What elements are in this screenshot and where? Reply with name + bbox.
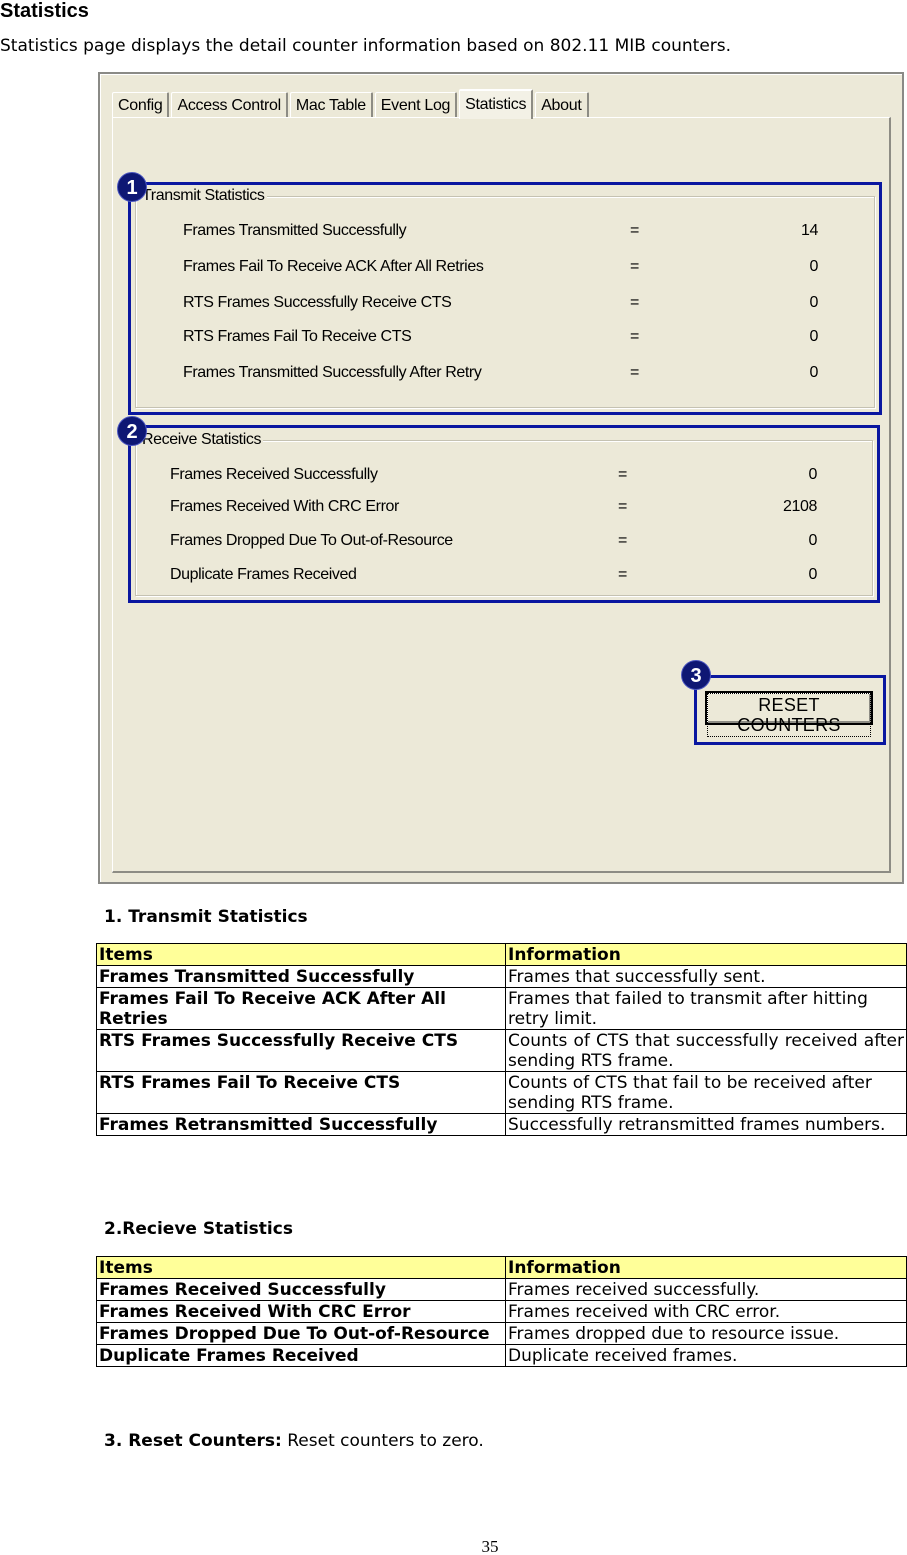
item-cell: Frames Dropped Due To Out-of-Resource	[96, 1322, 506, 1345]
stat-row: Frames Transmitted Successfully After Re…	[136, 363, 874, 383]
table-row: Frames Dropped Due To Out-of-Resource Fr…	[96, 1322, 907, 1345]
info-cell: Frames dropped due to resource issue.	[505, 1322, 907, 1345]
tab-config[interactable]: Config	[112, 92, 170, 118]
info-cell: Counts of CTS that successfully received…	[505, 1029, 907, 1072]
stat-label: Frames Received Successfully	[170, 466, 378, 483]
stat-value: 0	[809, 258, 819, 275]
stat-row: RTS Frames Fail To Receive CTS = 0	[136, 327, 874, 347]
stat-label: Frames Dropped Due To Out-of-Resource	[170, 532, 453, 549]
stat-value: 0	[808, 466, 818, 483]
table-row: Duplicate Frames Received Duplicate rece…	[96, 1344, 907, 1367]
callout-3-badge: 3	[681, 660, 711, 690]
stat-value: 0	[809, 328, 819, 345]
item-cell: Frames Retransmitted Successfully	[96, 1113, 506, 1136]
information-header: Information	[505, 1256, 907, 1279]
table-row: RTS Frames Fail To Receive CTS Counts of…	[96, 1071, 907, 1114]
item-cell: Frames Received With CRC Error	[96, 1300, 506, 1323]
tab-event-log[interactable]: Event Log	[374, 92, 458, 118]
stat-equals: =	[630, 294, 639, 311]
info-cell: Frames received with CRC error.	[505, 1300, 907, 1323]
transmit-section-heading: 1. Transmit Statistics	[104, 907, 308, 927]
info-cell: Successfully retransmitted frames number…	[505, 1113, 907, 1136]
stat-label: Duplicate Frames Received	[170, 566, 357, 583]
stat-equals: =	[630, 364, 639, 381]
information-header: Information	[505, 943, 907, 966]
stat-label: Frames Fail To Receive ACK After All Ret…	[183, 258, 484, 275]
item-cell: Duplicate Frames Received	[96, 1344, 506, 1367]
receive-statistics-group: Receive Statistics Frames Received Succe…	[135, 431, 873, 596]
transmit-statistics-title: Transmit Statistics	[140, 187, 267, 205]
stat-value: 0	[808, 532, 818, 549]
receive-statistics-title: Receive Statistics	[140, 431, 264, 449]
stat-row: Frames Dropped Due To Out-of-Resource = …	[136, 531, 872, 551]
reset-note-text: Reset counters to zero.	[281, 1431, 484, 1451]
callout-1-badge: 1	[117, 172, 147, 202]
stat-label: Frames Received With CRC Error	[170, 498, 399, 515]
stat-label: Frames Transmitted Successfully After Re…	[183, 364, 482, 381]
info-cell: Frames that failed to transmit after hit…	[505, 987, 907, 1030]
tab-statistics[interactable]: Statistics	[459, 89, 534, 119]
stat-value: 0	[809, 294, 819, 311]
table-row: Frames Fail To Receive ACK After All Ret…	[96, 987, 907, 1030]
tab-mac-table[interactable]: Mac Table	[289, 92, 373, 118]
stat-value: 2108	[783, 498, 817, 515]
table-row: Frames Received With CRC Error Frames re…	[96, 1300, 907, 1323]
items-header: Items	[96, 943, 506, 966]
reset-counters-note: 3. Reset Counters: Reset counters to zer…	[104, 1431, 484, 1451]
statistics-panel: Transmit Statistics Frames Transmitted S…	[112, 117, 891, 873]
receive-info-table: Items Information Frames Received Succes…	[96, 1256, 907, 1367]
stat-equals: =	[618, 466, 627, 483]
stat-row: Frames Received With CRC Error = 2108	[136, 497, 872, 517]
table-header-row: Items Information	[96, 943, 907, 966]
stat-value: 0	[809, 364, 819, 381]
stat-row: Frames Received Successfully = 0	[136, 465, 872, 485]
receive-section-heading: 2.Recieve Statistics	[104, 1219, 293, 1239]
stat-equals: =	[618, 532, 627, 549]
reset-counters-button[interactable]: RESET COUNTERS	[705, 691, 873, 737]
stat-label: RTS Frames Successfully Receive CTS	[183, 294, 452, 311]
item-cell: Frames Transmitted Successfully	[96, 965, 506, 988]
info-cell: Frames received successfully.	[505, 1278, 907, 1301]
intro-text: Statistics page displays the detail coun…	[0, 36, 732, 56]
stat-value: 14	[801, 222, 818, 239]
tab-bar: Config Access Control Mac Table Event Lo…	[112, 88, 591, 119]
stat-label: RTS Frames Fail To Receive CTS	[183, 328, 412, 345]
table-row: RTS Frames Successfully Receive CTS Coun…	[96, 1029, 907, 1072]
statistics-dialog: Config Access Control Mac Table Event Lo…	[98, 72, 904, 884]
item-cell: Frames Received Successfully	[96, 1278, 506, 1301]
items-header: Items	[96, 1256, 506, 1279]
tab-access-control[interactable]: Access Control	[171, 92, 288, 118]
table-row: Frames Received Successfully Frames rece…	[96, 1278, 907, 1301]
item-cell: Frames Fail To Receive ACK After All Ret…	[96, 987, 506, 1030]
stat-equals: =	[618, 566, 627, 583]
stat-row: Frames Fail To Receive ACK After All Ret…	[136, 257, 874, 277]
stat-equals: =	[630, 258, 639, 275]
page-number: 35	[481, 1537, 499, 1555]
transmit-statistics-group: Transmit Statistics Frames Transmitted S…	[135, 187, 875, 408]
stat-value: 0	[808, 566, 818, 583]
stat-equals: =	[630, 222, 639, 239]
reset-note-label: 3. Reset Counters:	[104, 1431, 282, 1451]
table-row: Frames Retransmitted Successfully Succes…	[96, 1113, 907, 1136]
stat-equals: =	[630, 328, 639, 345]
stat-row: Duplicate Frames Received = 0	[136, 565, 872, 585]
stat-equals: =	[618, 498, 627, 515]
item-cell: RTS Frames Fail To Receive CTS	[96, 1071, 506, 1114]
stat-row: RTS Frames Successfully Receive CTS = 0	[136, 293, 874, 313]
transmit-info-table: Items Information Frames Transmitted Suc…	[96, 943, 907, 1136]
info-cell: Frames that successfully sent.	[505, 965, 907, 988]
page-title: Statistics	[0, 0, 89, 22]
info-cell: Counts of CTS that fail to be received a…	[505, 1071, 907, 1114]
stat-row: Frames Transmitted Successfully = 14	[136, 221, 874, 241]
table-header-row: Items Information	[96, 1256, 907, 1279]
tab-about[interactable]: About	[535, 92, 589, 118]
stat-label: Frames Transmitted Successfully	[183, 222, 407, 239]
item-cell: RTS Frames Successfully Receive CTS	[96, 1029, 506, 1072]
info-cell: Duplicate received frames.	[505, 1344, 907, 1367]
reset-counters-label: RESET COUNTERS	[707, 693, 871, 737]
callout-2-badge: 2	[117, 416, 147, 446]
table-row: Frames Transmitted Successfully Frames t…	[96, 965, 907, 988]
